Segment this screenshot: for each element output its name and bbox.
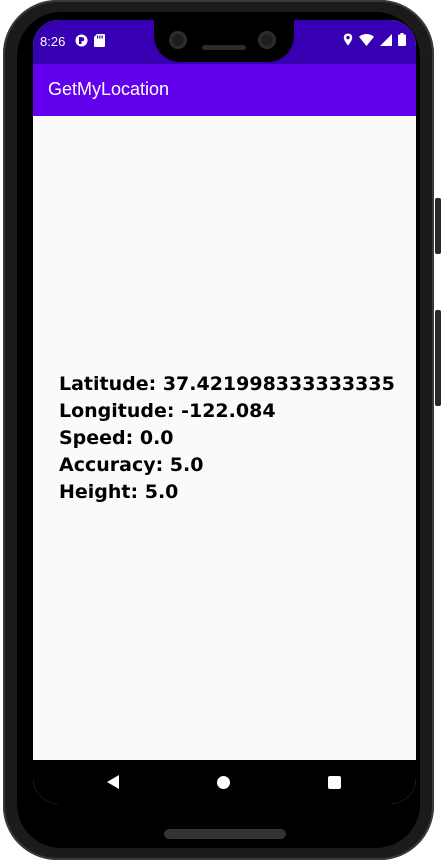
recents-icon[interactable] bbox=[328, 776, 341, 789]
screen: 8:26 GetMyLocation Latitude: 37.42199833… bbox=[33, 20, 416, 804]
height-text: Height: 5.0 bbox=[59, 481, 179, 503]
earpiece-speaker bbox=[202, 45, 246, 50]
speed-text: Speed: 0.0 bbox=[59, 427, 174, 449]
photo-lock-icon bbox=[75, 34, 88, 47]
location-pin-icon bbox=[343, 33, 353, 46]
accuracy-text: Accuracy: 5.0 bbox=[59, 454, 204, 476]
battery-icon bbox=[398, 33, 406, 46]
latitude-text: Latitude: 37.421998333333335 bbox=[59, 373, 395, 395]
wifi-icon bbox=[359, 33, 374, 46]
home-icon[interactable] bbox=[217, 776, 230, 789]
main-content: Latitude: 37.421998333333335 Longitude: -… bbox=[33, 116, 416, 760]
status-bar: 8:26 bbox=[33, 20, 416, 64]
camera-notch bbox=[154, 20, 294, 62]
location-info: Latitude: 37.421998333333335 Longitude: -… bbox=[59, 371, 395, 506]
back-icon[interactable] bbox=[107, 775, 119, 789]
status-right-icons bbox=[343, 33, 406, 46]
volume-button bbox=[435, 310, 441, 406]
status-left-icons bbox=[75, 34, 105, 47]
device-frame: 8:26 GetMyLocation Latitude: 37.42199833… bbox=[0, 0, 447, 862]
signal-icon bbox=[380, 33, 392, 46]
power-button bbox=[435, 198, 441, 254]
front-camera-right bbox=[258, 31, 276, 49]
front-camera-left bbox=[169, 31, 187, 49]
app-bar: GetMyLocation bbox=[33, 64, 416, 116]
navigation-bar bbox=[33, 760, 416, 804]
status-time: 8:26 bbox=[40, 34, 66, 49]
sd-card-icon bbox=[94, 34, 105, 47]
app-title: GetMyLocation bbox=[48, 79, 170, 99]
longitude-text: Longitude: -122.084 bbox=[59, 400, 276, 422]
bottom-speaker-grille bbox=[164, 829, 286, 839]
